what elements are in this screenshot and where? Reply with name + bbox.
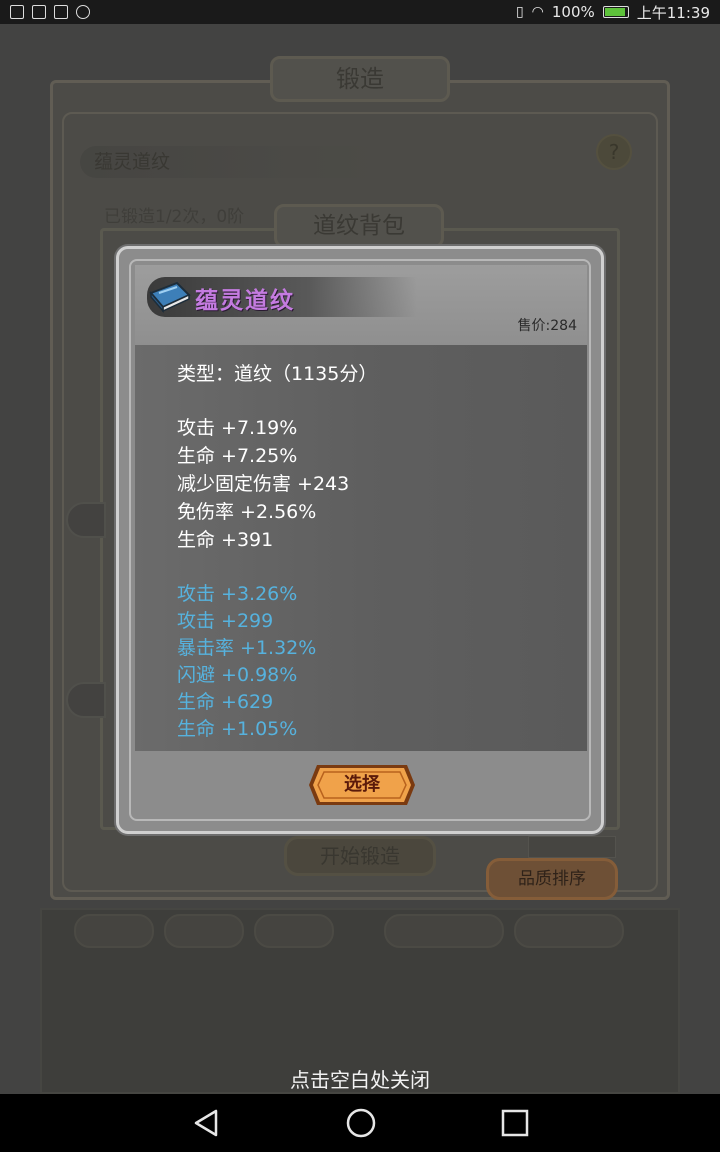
base-stat: 免伤率 +2.56% <box>177 501 317 523</box>
item-type: 类型：道纹（1135分） <box>177 363 378 385</box>
extra-stat: 生命 +1.05% <box>177 718 298 740</box>
battery-icon <box>602 6 629 18</box>
base-stat: 生命 +7.25% <box>177 445 298 467</box>
navigation-bar <box>0 1094 720 1152</box>
extra-stat: 攻击 +3.26% <box>177 583 298 605</box>
system-indicators: ▯ ◠ 100% 上午11:39 <box>516 2 710 23</box>
extra-stat: 暴击率 +1.32% <box>177 637 317 659</box>
item-name: 蕴灵道纹 <box>195 287 295 314</box>
image-icon <box>54 5 68 19</box>
extra-stat: 生命 +629 <box>177 691 274 713</box>
extra-stat: 闪避 +0.98% <box>177 664 298 686</box>
select-button-label: 选择 <box>344 774 380 795</box>
base-stat: 减少固定伤害 +243 <box>177 473 350 495</box>
base-stat: 攻击 +7.19% <box>177 417 298 439</box>
item-price: 售价:284 <box>517 318 577 334</box>
close-hint: 点击空白处关闭 <box>290 1068 430 1092</box>
notification-icons <box>10 5 90 19</box>
vibrate-icon: ▯ <box>515 4 524 20</box>
keyboard-icon <box>32 5 46 19</box>
book-icon <box>149 281 191 313</box>
status-bar: ▯ ◠ 100% 上午11:39 <box>0 0 720 24</box>
base-stat: 生命 +391 <box>177 529 274 551</box>
item-detail-dialog: 蕴灵道纹 售价:284 类型：道纹（1135分） 攻击 +7.19% 生命 +7… <box>116 246 604 834</box>
notification-icon <box>10 5 24 19</box>
wifi-icon: ◠ <box>531 4 544 20</box>
stats-panel: 类型：道纹（1135分） 攻击 +7.19% 生命 +7.25% 减少固定伤害 … <box>135 345 587 751</box>
back-icon[interactable] <box>190 1106 224 1140</box>
select-button[interactable]: 选择 <box>307 763 417 807</box>
clock: 上午11:39 <box>636 3 710 22</box>
app-icon <box>76 5 90 19</box>
extra-stat: 攻击 +299 <box>177 610 274 632</box>
recents-icon[interactable] <box>498 1106 532 1140</box>
battery-percent: 100% <box>551 3 595 21</box>
home-icon[interactable] <box>344 1106 378 1140</box>
